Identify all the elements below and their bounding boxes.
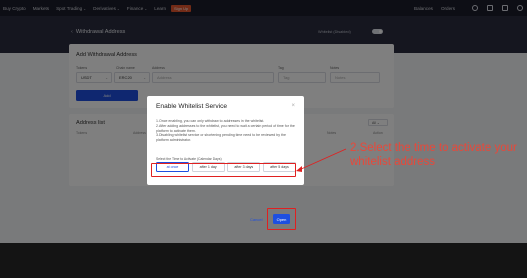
dialog-body: 1.Once enabling, you can only withdraw t… <box>156 119 296 143</box>
activation-time-prompt: Select the Time to Activate (Calendar Da… <box>156 157 222 161</box>
dialog-rule-3: 3.Disabling whitelist service or shorten… <box>156 133 286 143</box>
dialog-rule-2: 2.After adding addresses to the whitelis… <box>156 123 295 133</box>
cancel-button[interactable]: Cancel <box>250 217 262 222</box>
tutorial-annotation: 2.Select the time to activate your white… <box>350 142 517 168</box>
options-highlight-box <box>151 163 296 177</box>
close-icon[interactable]: × <box>291 103 295 109</box>
open-button-highlight-box <box>267 208 296 230</box>
dialog-title: Enable Whitelist Service <box>156 103 228 110</box>
page-footer <box>0 243 527 278</box>
